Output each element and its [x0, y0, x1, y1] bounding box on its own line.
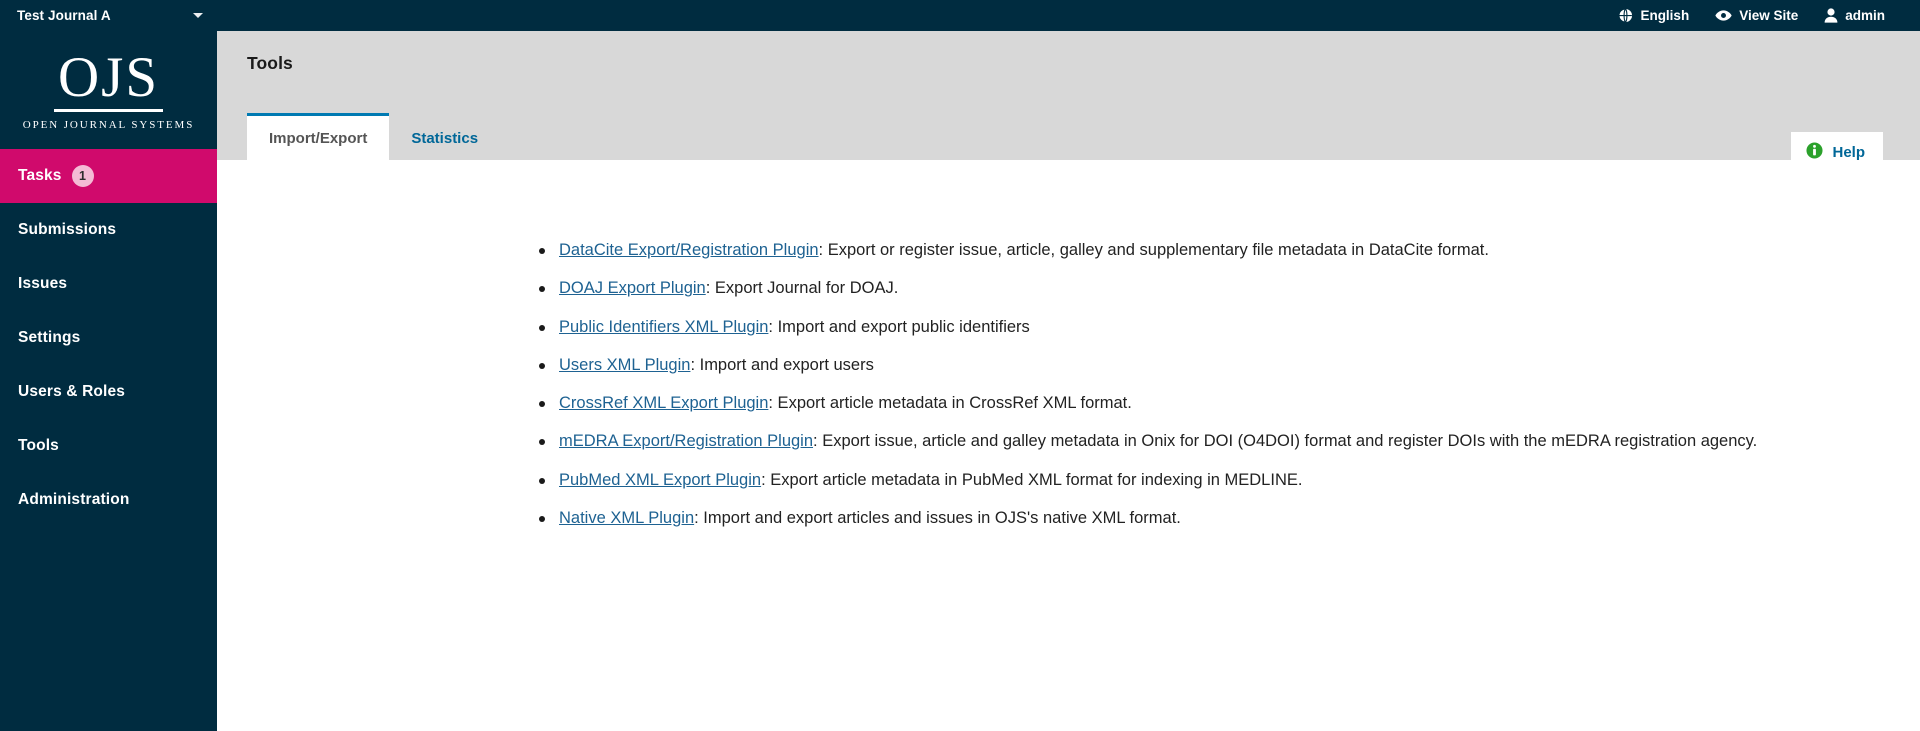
sidebar: OJS OPEN JOURNAL SYSTEMS Tasks 1 Submiss… — [0, 31, 217, 731]
plugin-link-users-xml[interactable]: Users XML Plugin — [559, 356, 690, 374]
plugin-description: : Export Journal for DOAJ. — [705, 279, 899, 298]
plugin-link-datacite[interactable]: DataCite Export/Registration Plugin — [559, 241, 819, 259]
sidebar-item-users-roles-wrap: Users & Roles — [0, 365, 217, 419]
sidebar-item-submissions-wrap: Submissions — [0, 203, 217, 257]
globe-icon — [1618, 8, 1633, 23]
user-menu[interactable]: admin — [1811, 0, 1898, 31]
plugin-description: : Import and export articles and issues … — [694, 508, 1181, 527]
list-item: CrossRef XML Export Plugin: Export artic… — [537, 391, 1880, 416]
tasks-count-badge: 1 — [71, 165, 94, 187]
sidebar-item-administration-wrap: Administration — [0, 473, 217, 527]
import-export-panel: DataCite Export/Registration Plugin: Exp… — [217, 160, 1920, 731]
list-item: DataCite Export/Registration Plugin: Exp… — [537, 238, 1880, 263]
help-button[interactable]: Help — [1791, 132, 1883, 172]
sidebar-item-issues-wrap: Issues — [0, 257, 217, 311]
sidebar-item-tools-wrap: Tools — [0, 419, 217, 473]
plugin-description: : Export article metadata in PubMed XML … — [761, 470, 1303, 489]
top-nav: English View Site admin — [1605, 0, 1920, 31]
plugin-link-native-xml[interactable]: Native XML Plugin — [559, 509, 694, 527]
plugin-link-medra[interactable]: mEDRA Export/Registration Plugin — [559, 432, 813, 450]
plugin-link-public-identifiers[interactable]: Public Identifiers XML Plugin — [559, 318, 768, 336]
list-item: DOAJ Export Plugin: Export Journal for D… — [537, 276, 1880, 301]
body-row: OJS OPEN JOURNAL SYSTEMS Tasks 1 Submiss… — [0, 31, 1920, 731]
page-title: Tools — [247, 53, 293, 73]
tab-import-export[interactable]: Import/Export — [247, 113, 390, 160]
sidebar-item-users-roles[interactable]: Users & Roles — [0, 365, 217, 419]
journal-name: Test Journal A — [17, 8, 111, 23]
app-root: Test Journal A English View Site admin O… — [0, 0, 1920, 731]
plugin-description: : Export issue, article and galley metad… — [813, 432, 1758, 451]
list-item: Public Identifiers XML Plugin: Import an… — [537, 315, 1880, 340]
sidebar-item-label: Administration — [18, 491, 130, 508]
sidebar-item-submissions[interactable]: Submissions — [0, 203, 217, 257]
ojs-logo-subtitle: OPEN JOURNAL SYSTEMS — [22, 119, 195, 131]
ojs-wordmark: OJS — [53, 49, 164, 112]
sidebar-item-label: Tasks — [18, 167, 62, 184]
language-label: English — [1640, 8, 1690, 23]
plugin-link-doaj[interactable]: DOAJ Export Plugin — [559, 279, 706, 297]
plugin-description: : Import and export users — [690, 355, 874, 374]
tab-bar: Import/Export Statistics — [247, 113, 500, 160]
plugin-description: : Import and export public identifiers — [768, 317, 1030, 336]
plugin-description: : Export or register issue, article, gal… — [818, 241, 1489, 259]
eye-icon — [1715, 9, 1732, 22]
sidebar-item-tasks[interactable]: Tasks 1 — [0, 149, 217, 203]
page-header: Tools Import/Export Statistics — [217, 31, 1920, 160]
sidebar-item-label: Tools — [18, 437, 59, 454]
info-circle-icon — [1806, 142, 1824, 162]
help-label: Help — [1832, 143, 1865, 161]
sidebar-item-tasks-wrap: Tasks 1 — [0, 149, 217, 203]
user-icon — [1824, 8, 1838, 23]
language-selector[interactable]: English — [1605, 0, 1702, 31]
sidebar-item-tools[interactable]: Tools — [0, 419, 217, 473]
sidebar-item-issues[interactable]: Issues — [0, 257, 217, 311]
sidebar-item-settings-wrap: Settings — [0, 311, 217, 365]
sidebar-item-label: Issues — [18, 275, 68, 292]
sidebar-nav: Tasks 1 Submissions Issues Settings User… — [0, 149, 217, 527]
sidebar-item-settings[interactable]: Settings — [0, 311, 217, 365]
ojs-logo: OJS OPEN JOURNAL SYSTEMS — [0, 31, 217, 149]
view-site-label: View Site — [1739, 8, 1799, 23]
list-item: Native XML Plugin: Import and export art… — [537, 506, 1880, 531]
sidebar-item-label: Settings — [18, 329, 81, 346]
sidebar-item-administration[interactable]: Administration — [0, 473, 217, 527]
tab-statistics[interactable]: Statistics — [389, 116, 500, 160]
sidebar-item-label: Users & Roles — [18, 383, 126, 400]
user-name-label: admin — [1845, 8, 1885, 23]
plugin-link-crossref[interactable]: CrossRef XML Export Plugin — [559, 394, 768, 412]
list-item: mEDRA Export/Registration Plugin: Export… — [537, 429, 1880, 454]
sidebar-item-label: Submissions — [18, 221, 117, 238]
plugin-list: DataCite Export/Registration Plugin: Exp… — [537, 238, 1880, 531]
chevron-down-icon — [193, 13, 203, 18]
plugin-link-pubmed[interactable]: PubMed XML Export Plugin — [559, 471, 761, 489]
main-content: Tools Import/Export Statistics Help Data… — [217, 31, 1920, 731]
journal-switcher[interactable]: Test Journal A — [0, 0, 217, 31]
plugin-description: : Export article metadata in CrossRef XM… — [768, 394, 1132, 412]
list-item: Users XML Plugin: Import and export user… — [537, 353, 1880, 378]
top-bar: Test Journal A English View Site admin — [0, 0, 1920, 31]
list-item: PubMed XML Export Plugin: Export article… — [537, 468, 1880, 493]
view-site-link[interactable]: View Site — [1702, 0, 1811, 31]
